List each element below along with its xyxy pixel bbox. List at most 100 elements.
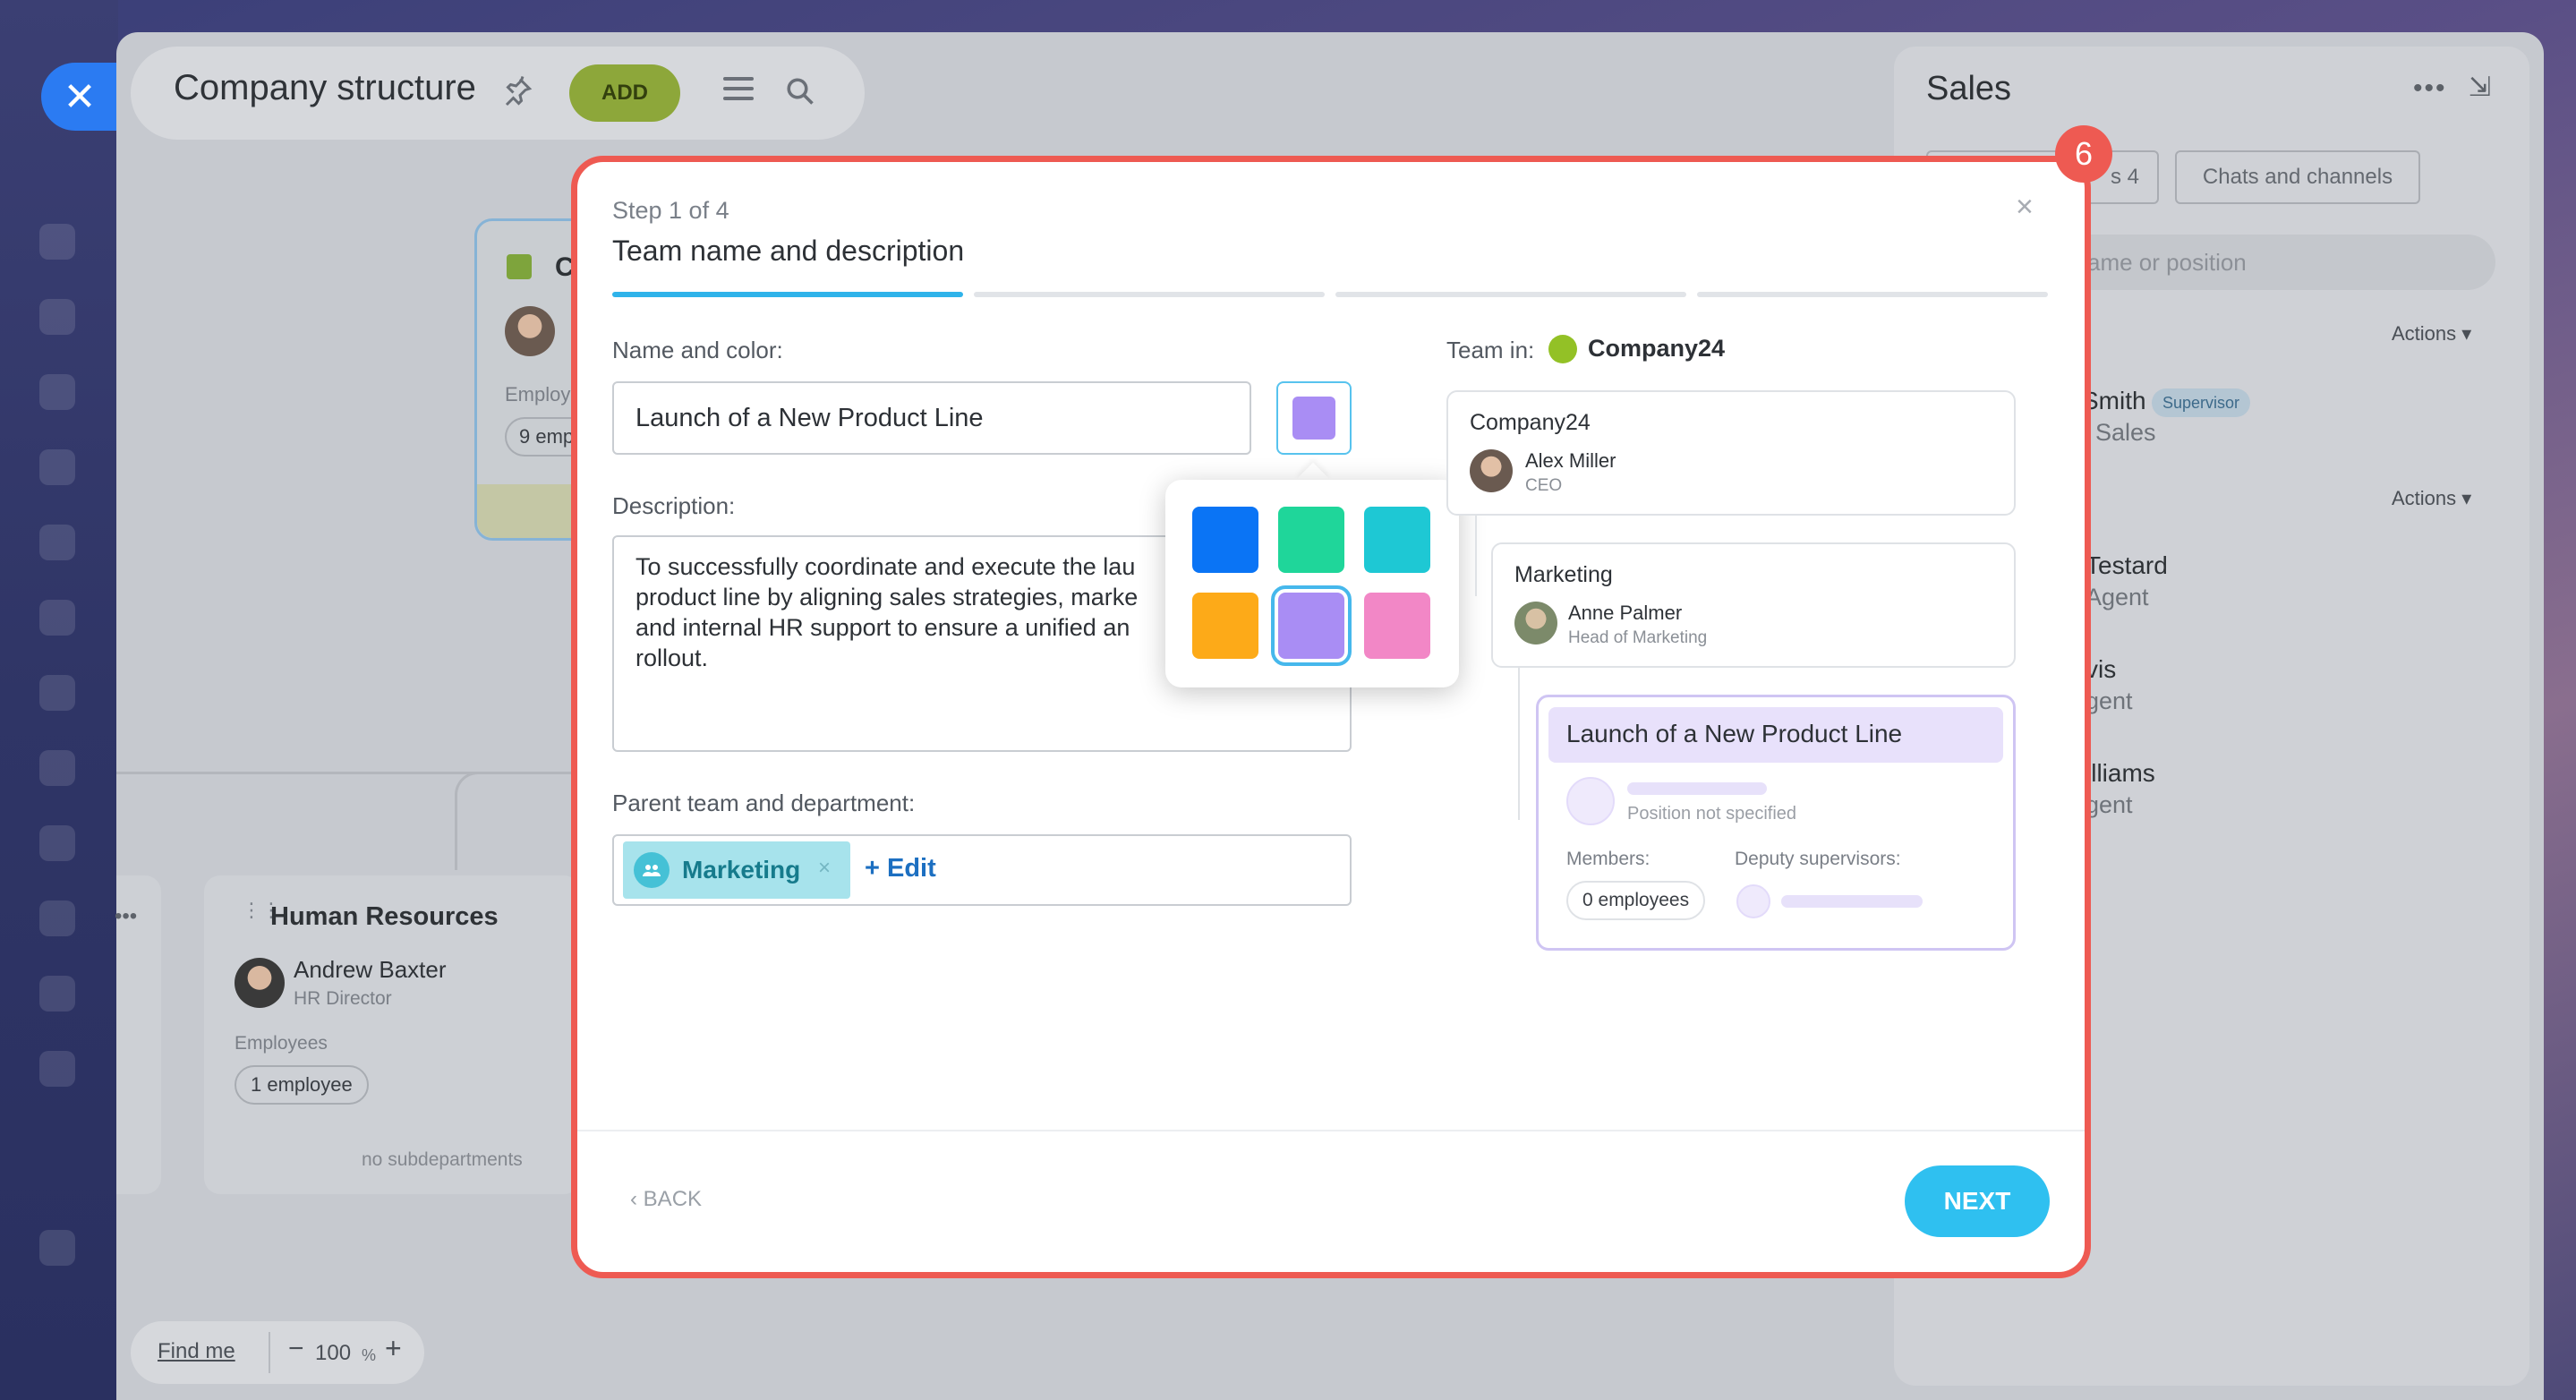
color-swatch-orange[interactable]: [1192, 593, 1258, 659]
member-name[interactable]: illiams: [2086, 759, 2155, 788]
sidebar-icon[interactable]: [39, 299, 75, 335]
avatar: [505, 306, 555, 356]
drag-handle-icon[interactable]: ⋮⋮: [242, 901, 281, 929]
divider: [269, 1332, 270, 1373]
team-icon: [634, 852, 670, 888]
team-name-input[interactable]: Launch of a New Product Line: [612, 381, 1251, 455]
progress-step-3: [1335, 292, 1686, 297]
sales-panel-title: Sales: [1926, 70, 2012, 107]
remove-tag-icon[interactable]: ×: [818, 856, 831, 881]
add-button[interactable]: ADD: [569, 64, 680, 122]
head-position: HR Director: [294, 988, 392, 1009]
preview-company-title: Company24: [1470, 410, 1591, 435]
color-swatch-pink[interactable]: [1364, 593, 1430, 659]
sidebar-icon[interactable]: [39, 224, 75, 260]
connector-line: [455, 772, 580, 870]
sidebar-icon[interactable]: [39, 600, 75, 636]
preview-person-name: Alex Miller: [1525, 449, 1616, 472]
no-subdepartments-text: no subdepartments: [362, 1149, 523, 1170]
zoom-in-button[interactable]: +: [385, 1332, 402, 1365]
head-name[interactable]: Andrew Baxter: [294, 956, 447, 984]
color-picker-button[interactable]: [1276, 381, 1352, 455]
edit-parent-link[interactable]: + Edit: [865, 854, 936, 884]
sidebar-icon[interactable]: [39, 374, 75, 410]
sidebar-icon[interactable]: [39, 750, 75, 786]
zoom-percent: %: [362, 1346, 377, 1364]
tab-chats-and-channels[interactable]: Chats and channels: [2175, 150, 2420, 204]
search-icon[interactable]: [784, 75, 816, 107]
progress-step-2: [974, 292, 1325, 297]
close-icon[interactable]: ×: [2016, 190, 2034, 225]
connector-line: [1475, 516, 1477, 596]
sidebar-icon[interactable]: [39, 1051, 75, 1087]
actions-dropdown[interactable]: Actions ▾: [2392, 322, 2471, 346]
employees-label: Employees: [235, 1033, 328, 1054]
sidebar-icon[interactable]: [39, 976, 75, 1012]
zoom-out-button[interactable]: −: [288, 1334, 304, 1364]
preview-person-position: Head of Marketing: [1568, 628, 1708, 647]
preview-person-position: CEO: [1525, 476, 1563, 495]
more-icon[interactable]: •••: [2413, 73, 2447, 104]
employees-badge[interactable]: 1 employee: [235, 1065, 369, 1105]
deputy-label: Deputy supervisors:: [1735, 849, 1901, 869]
close-slider-button[interactable]: ✕: [41, 63, 118, 131]
member-role: gent: [2086, 791, 2133, 818]
preview-team-title: Launch of a New Product Line: [1566, 720, 1903, 747]
connector-line: [1518, 668, 1520, 820]
sidebar-icon[interactable]: [39, 675, 75, 711]
next-button[interactable]: NEXT: [1905, 1165, 2050, 1237]
name-placeholder: [1627, 782, 1767, 795]
employees-badge[interactable]: 9 emp: [505, 417, 573, 457]
supervisor-badge: Supervisor: [2152, 388, 2251, 417]
team-in-company: Company24: [1588, 335, 1726, 362]
actions-dropdown[interactable]: Actions ▾: [2392, 487, 2471, 510]
color-swatch-green[interactable]: [1278, 507, 1344, 573]
back-button[interactable]: ‹ BACK: [630, 1187, 702, 1212]
member-role: gent: [2086, 687, 2133, 714]
zoom-level: 100: [315, 1341, 352, 1365]
sidebar-icon[interactable]: [39, 449, 75, 485]
sidebar-icon[interactable]: [39, 825, 75, 861]
collapse-icon[interactable]: ⇲: [2469, 72, 2491, 103]
member-name[interactable]: Smith: [2082, 387, 2146, 415]
menu-icon[interactable]: [723, 77, 754, 104]
find-me-link[interactable]: Find me: [158, 1339, 235, 1364]
building-icon: [1548, 335, 1577, 363]
name-color-label: Name and color:: [612, 337, 783, 363]
avatar-placeholder: [1736, 884, 1770, 918]
preview-person-name: Anne Palmer: [1568, 602, 1683, 624]
sidebar-icon[interactable]: [39, 525, 75, 560]
member-name[interactable]: Testard: [2086, 551, 2168, 580]
parent-tag-label: Marketing: [682, 856, 801, 884]
position-placeholder: Position not specified: [1627, 804, 1797, 824]
close-icon: ✕: [63, 74, 97, 119]
member-role: f Sales: [2082, 419, 2156, 446]
avatar-placeholder: [1566, 777, 1615, 825]
page-title: Company structure: [174, 68, 476, 107]
building-icon: [507, 254, 532, 279]
divider: [577, 1130, 2085, 1131]
pin-icon[interactable]: [501, 75, 537, 111]
avatar: [235, 958, 285, 1008]
parent-label: Parent team and department:: [612, 790, 916, 816]
name-placeholder: [1781, 895, 1923, 908]
members-count-badge: 0 employees: [1566, 881, 1706, 920]
color-swatch-blue[interactable]: [1192, 507, 1258, 573]
avatar: [1470, 449, 1513, 492]
color-swatch-purple[interactable]: [1271, 585, 1352, 666]
progress-step-1: [612, 292, 963, 297]
members-label: Members:: [1566, 849, 1651, 869]
sidebar-icon[interactable]: [39, 901, 75, 936]
color-swatch-teal[interactable]: [1364, 507, 1430, 573]
description-label: Description:: [612, 492, 736, 519]
more-icon[interactable]: •••: [115, 904, 137, 929]
sidebar-icon[interactable]: [39, 1230, 75, 1266]
preview-marketing-title: Marketing: [1514, 562, 1613, 587]
employees-label: Employ: [505, 383, 571, 405]
step-number-badge: 6: [2055, 125, 2112, 183]
step-label: Step 1 of 4: [612, 197, 729, 224]
team-in-label: Team in:: [1446, 337, 1535, 363]
department-title: Human Resources: [270, 902, 499, 931]
selected-color-swatch: [1292, 397, 1335, 440]
step-title: Team name and description: [612, 235, 965, 267]
